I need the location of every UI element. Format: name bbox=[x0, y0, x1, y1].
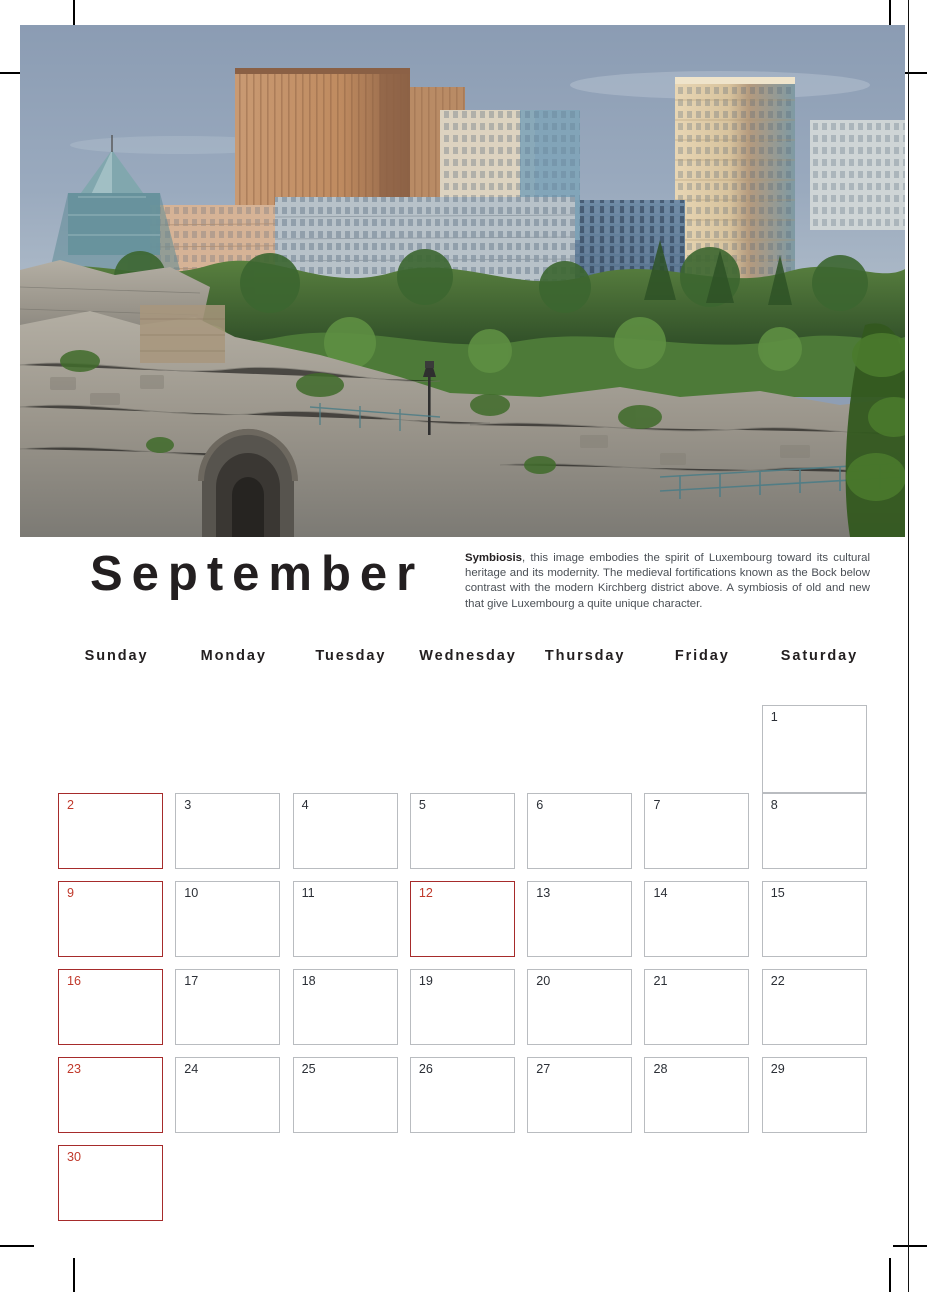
calendar-day-cell[interactable]: 5 bbox=[409, 793, 515, 869]
calendar-day-number: 27 bbox=[536, 1062, 551, 1076]
calendar-day-cell[interactable]: 16 bbox=[58, 969, 163, 1045]
calendar-day-number: 13 bbox=[536, 886, 551, 900]
page-title: September bbox=[90, 547, 425, 601]
weekday-header-friday: Friday bbox=[674, 648, 730, 664]
calendar-day-number: 7 bbox=[653, 798, 661, 812]
calendar-day-number: 5 bbox=[418, 798, 426, 812]
calendar-day-cell[interactable]: 19 bbox=[409, 969, 515, 1045]
calendar-day-number: 12 bbox=[418, 886, 433, 900]
calendar-cell-empty bbox=[527, 705, 632, 781]
calendar-day-number: 6 bbox=[536, 798, 544, 812]
calendar-day-number: 3 bbox=[184, 798, 192, 812]
calendar-day-number: 2 bbox=[67, 798, 75, 812]
weekday-header-tuesday: Tuesday bbox=[315, 648, 387, 664]
calendar-day-cell[interactable]: 20 bbox=[527, 969, 633, 1045]
calendar-cell-empty bbox=[58, 705, 163, 781]
calendar-day-cell[interactable]: 7 bbox=[644, 793, 750, 869]
crop-mark-bottom-left-vertical bbox=[73, 1258, 75, 1292]
calendar-day-cell[interactable]: 2 bbox=[58, 793, 163, 869]
calendar-day-number: 4 bbox=[301, 798, 309, 812]
calendar-day-number: 20 bbox=[536, 974, 551, 988]
photo-illustration bbox=[20, 25, 905, 537]
calendar-day-cell[interactable]: 8 bbox=[761, 793, 867, 869]
calendar-day-number: 9 bbox=[67, 886, 75, 900]
calendar-day-cell[interactable]: 26 bbox=[409, 1057, 515, 1133]
weekday-header-sunday: Sunday bbox=[84, 648, 149, 664]
calendar-day-number: 18 bbox=[301, 974, 316, 988]
calendar-day-cell[interactable]: 15 bbox=[761, 881, 867, 957]
crop-mark-right-edge-vertical bbox=[908, 0, 909, 1292]
weekday-header-monday: Monday bbox=[200, 648, 267, 664]
calendar-day-number: 23 bbox=[67, 1062, 82, 1076]
crop-mark-bottom-left-horizontal bbox=[0, 1245, 34, 1247]
weekday-header-wednesday: Wednesday bbox=[419, 648, 517, 664]
calendar-cell-empty bbox=[293, 705, 398, 781]
calendar-day-cell[interactable]: 25 bbox=[292, 1057, 398, 1133]
calendar-day-number: 24 bbox=[184, 1062, 199, 1076]
calendar-day-cell[interactable]: 11 bbox=[292, 881, 398, 957]
weekday-header-saturday: Saturday bbox=[780, 648, 859, 664]
title-row: September Symbiosis, this image embodies… bbox=[20, 545, 905, 630]
calendar-day-number: 16 bbox=[67, 974, 82, 988]
weekday-header-thursday: Thursday bbox=[544, 648, 626, 664]
calendar-day-cell[interactable]: 13 bbox=[527, 881, 633, 957]
calendar-day-cell[interactable]: 10 bbox=[175, 881, 281, 957]
crop-mark-bottom-right-vertical bbox=[889, 1258, 891, 1292]
calendar-cell-empty bbox=[175, 1145, 280, 1221]
calendar-day-number: 11 bbox=[301, 886, 315, 900]
calendar-cell-empty bbox=[527, 1145, 632, 1221]
photo-description-body: , this image embodies the spirit of Luxe… bbox=[465, 552, 870, 610]
calendar-day-number: 22 bbox=[770, 974, 785, 988]
calendar-day-cell[interactable]: 21 bbox=[644, 969, 750, 1045]
calendar-cell-empty bbox=[175, 705, 280, 781]
calendar-day-cell[interactable]: 28 bbox=[644, 1057, 750, 1133]
calendar-day-cell[interactable]: 24 bbox=[175, 1057, 281, 1133]
calendar-day-number: 1 bbox=[770, 710, 778, 724]
calendar-day-cell[interactable]: 23 bbox=[58, 1057, 163, 1133]
calendar-day-number: 19 bbox=[418, 974, 433, 988]
calendar-day-cell[interactable]: 27 bbox=[527, 1057, 633, 1133]
calendar-day-number: 30 bbox=[67, 1150, 82, 1164]
calendar-day-cell[interactable]: 12 bbox=[409, 881, 515, 957]
calendar-day-cell[interactable]: 9 bbox=[58, 881, 163, 957]
calendar-day-number: 26 bbox=[418, 1062, 433, 1076]
calendar-day-number: 28 bbox=[653, 1062, 668, 1076]
calendar-day-cell[interactable]: 6 bbox=[527, 793, 633, 869]
calendar-day-cell[interactable]: 18 bbox=[292, 969, 398, 1045]
calendar-day-cell[interactable]: 30 bbox=[58, 1145, 163, 1221]
calendar-day-cell[interactable]: 3 bbox=[175, 793, 281, 869]
calendar-grid: 1 2 3 4 5 6 7 8 9 10 11 12 13 14 15 16 17 18 19 20 21 22 23 24 2… bbox=[58, 705, 878, 1233]
weekday-header-row: Sunday Monday Tuesday Wednesday Thursday… bbox=[58, 648, 878, 664]
calendar-day-number: 8 bbox=[770, 798, 778, 812]
calendar-day-number: 15 bbox=[770, 886, 785, 900]
calendar-cell-empty bbox=[293, 1145, 398, 1221]
calendar-day-number: 10 bbox=[184, 886, 199, 900]
photo-description-lead: Symbiosis bbox=[465, 552, 522, 564]
calendar-day-number: 29 bbox=[770, 1062, 785, 1076]
calendar-cell-empty bbox=[762, 1145, 867, 1221]
photo-description: Symbiosis, this image embodies the spiri… bbox=[465, 551, 870, 612]
calendar-day-number: 25 bbox=[301, 1062, 316, 1076]
calendar-day-cell[interactable]: 22 bbox=[761, 969, 867, 1045]
calendar-day-cell[interactable]: 4 bbox=[292, 793, 398, 869]
crop-mark-bottom-right-horizontal bbox=[893, 1245, 927, 1247]
calendar-day-number: 14 bbox=[653, 886, 668, 900]
calendar-cell-empty bbox=[644, 705, 749, 781]
calendar-day-cell[interactable]: 29 bbox=[761, 1057, 867, 1133]
calendar-cell-empty bbox=[410, 705, 515, 781]
calendar-cell-empty bbox=[644, 1145, 749, 1221]
calendar-day-number: 17 bbox=[184, 974, 199, 988]
calendar-day-cell[interactable]: 14 bbox=[644, 881, 750, 957]
calendar-cell-empty bbox=[410, 1145, 515, 1221]
header-photo bbox=[20, 25, 905, 537]
calendar-day-cell[interactable]: 1 bbox=[761, 705, 867, 793]
calendar-day-cell[interactable]: 17 bbox=[175, 969, 281, 1045]
calendar-day-number: 21 bbox=[653, 974, 668, 988]
